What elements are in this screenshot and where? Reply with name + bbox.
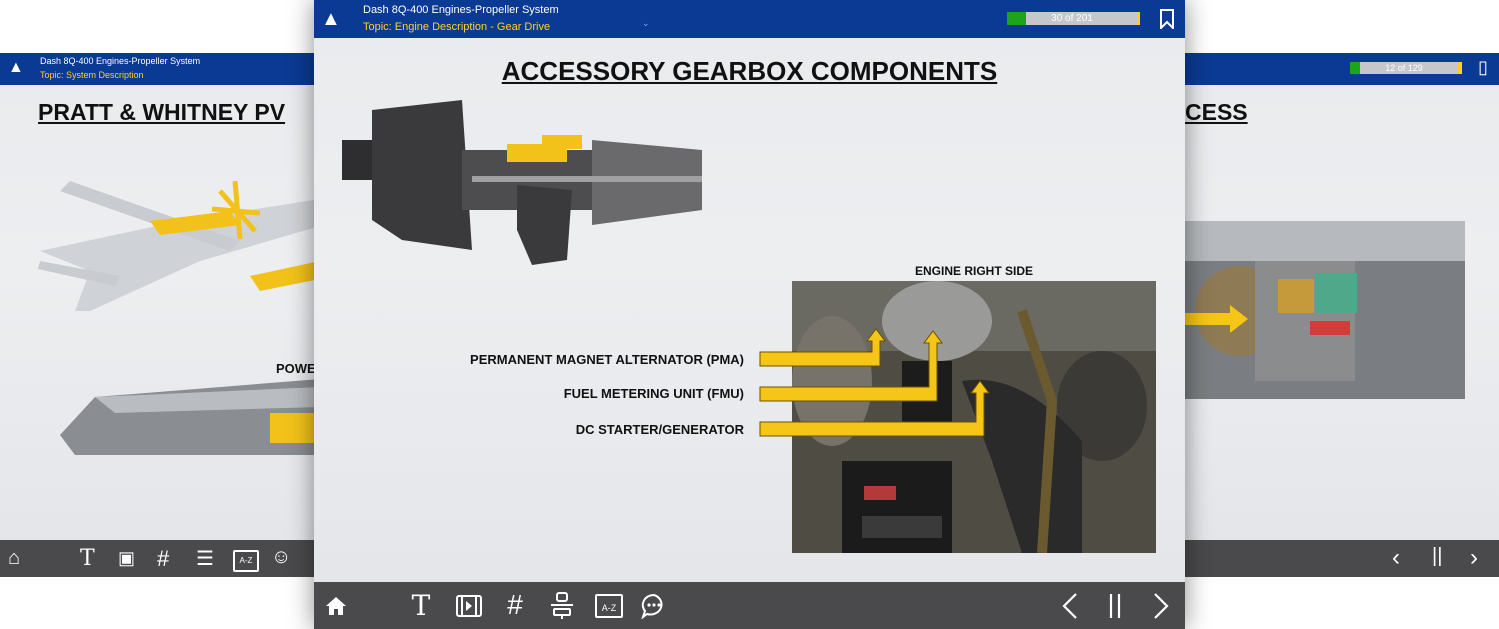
nacelle-illustration [60,379,320,455]
hash-icon[interactable]: # [157,546,169,572]
callout-starter-generator-label: DC STARTER/GENERATOR [575,422,744,437]
video-icon[interactable]: ▣ [118,548,135,569]
right-slide-body: CESS [1180,85,1499,540]
hash-icon[interactable]: # [500,589,530,621]
text-icon[interactable]: T [80,546,95,571]
glossary-icon[interactable]: A-Z [233,550,259,572]
starter-generator-photo [1180,221,1465,399]
left-topic: Topic: System Description [40,70,144,80]
right-pause-icon[interactable]: || [1432,545,1442,568]
presenter-icon[interactable]: ☰ [196,546,214,571]
center-slide-panel[interactable]: ▲ Dash 8Q-400 Engines-Propeller System T… [314,0,1185,629]
right-header: 12 of 129 ▯ [1180,53,1499,85]
chat-icon[interactable]: ☺ [271,546,291,569]
left-header: ▲ Dash 8Q-400 Engines-Propeller System T… [0,53,320,85]
aircraft-illustration [38,180,320,311]
slide-body: ACCESSORY GEARBOX COMPONENTS ENGINE RIGH… [314,38,1185,582]
right-slide-panel[interactable]: 12 of 129 ▯ CESS ‹ || › [1180,53,1499,577]
progress-text: 30 of 201 [1051,13,1093,24]
topic-title[interactable]: Topic: Engine Description - Gear Drive [363,21,550,33]
right-footer: ‹ || › [1180,540,1499,577]
left-slide-title: PRATT & WHITNEY PV [38,99,286,125]
right-progress-text: 12 of 129 [1385,63,1423,73]
text-icon[interactable]: T [408,589,434,622]
chat-icon[interactable] [641,593,667,619]
bookmark-icon[interactable] [1159,9,1175,29]
right-progress-bar: 12 of 129 [1350,62,1462,74]
left-slide-panel[interactable]: ▲ Dash 8Q-400 Engines-Propeller System T… [0,53,320,577]
photo-caption: ENGINE RIGHT SIDE [914,264,1033,278]
callout-fmu-label: FUEL METERING UNIT (FMU) [563,386,744,401]
left-footer: ⌂ T ▣ # ☰ A-Z ☺ [0,540,320,577]
left-slide-body: PRATT & WHITNEY PV POWE [0,85,320,540]
progress-bar: 30 of 201 [1007,12,1140,25]
app-logo-icon: ▲ [321,8,341,30]
center-footer: T # A-Z [314,582,1185,629]
chevron-right-icon[interactable] [1152,592,1170,620]
left-course-title: Dash 8Q-400 Engines-Propeller System [40,56,201,66]
topic-dropdown-chevron-icon[interactable]: ⌄ [642,18,650,29]
right-chevron-left-icon[interactable]: ‹ [1392,544,1400,572]
slide-title: ACCESSORY GEARBOX COMPONENTS [501,56,998,86]
center-header: ▲ Dash 8Q-400 Engines-Propeller System T… [314,0,1185,38]
app-logo-icon: ▲ [8,59,24,76]
pause-icon[interactable] [1108,592,1122,620]
presenter-icon[interactable] [550,592,574,620]
callout-pma-label: PERMANENT MAGNET ALTERNATOR (PMA) [470,352,744,367]
right-bookmark-icon[interactable]: ▯ [1478,57,1488,78]
video-icon[interactable] [456,594,482,618]
home-icon[interactable] [325,596,347,616]
glossary-icon[interactable]: A-Z [595,594,623,618]
engine-cutaway-illustration [342,100,702,265]
course-title: Dash 8Q-400 Engines-Propeller System [363,4,559,16]
callout-arrow-pma [759,328,886,367]
chevron-left-icon[interactable] [1061,592,1079,620]
right-chevron-right-icon[interactable]: › [1470,544,1478,572]
home-icon[interactable]: ⌂ [8,547,20,570]
right-slide-title: CESS [1185,99,1248,125]
left-powerplant-label: POWE [276,361,316,376]
callout-arrows [759,328,990,437]
